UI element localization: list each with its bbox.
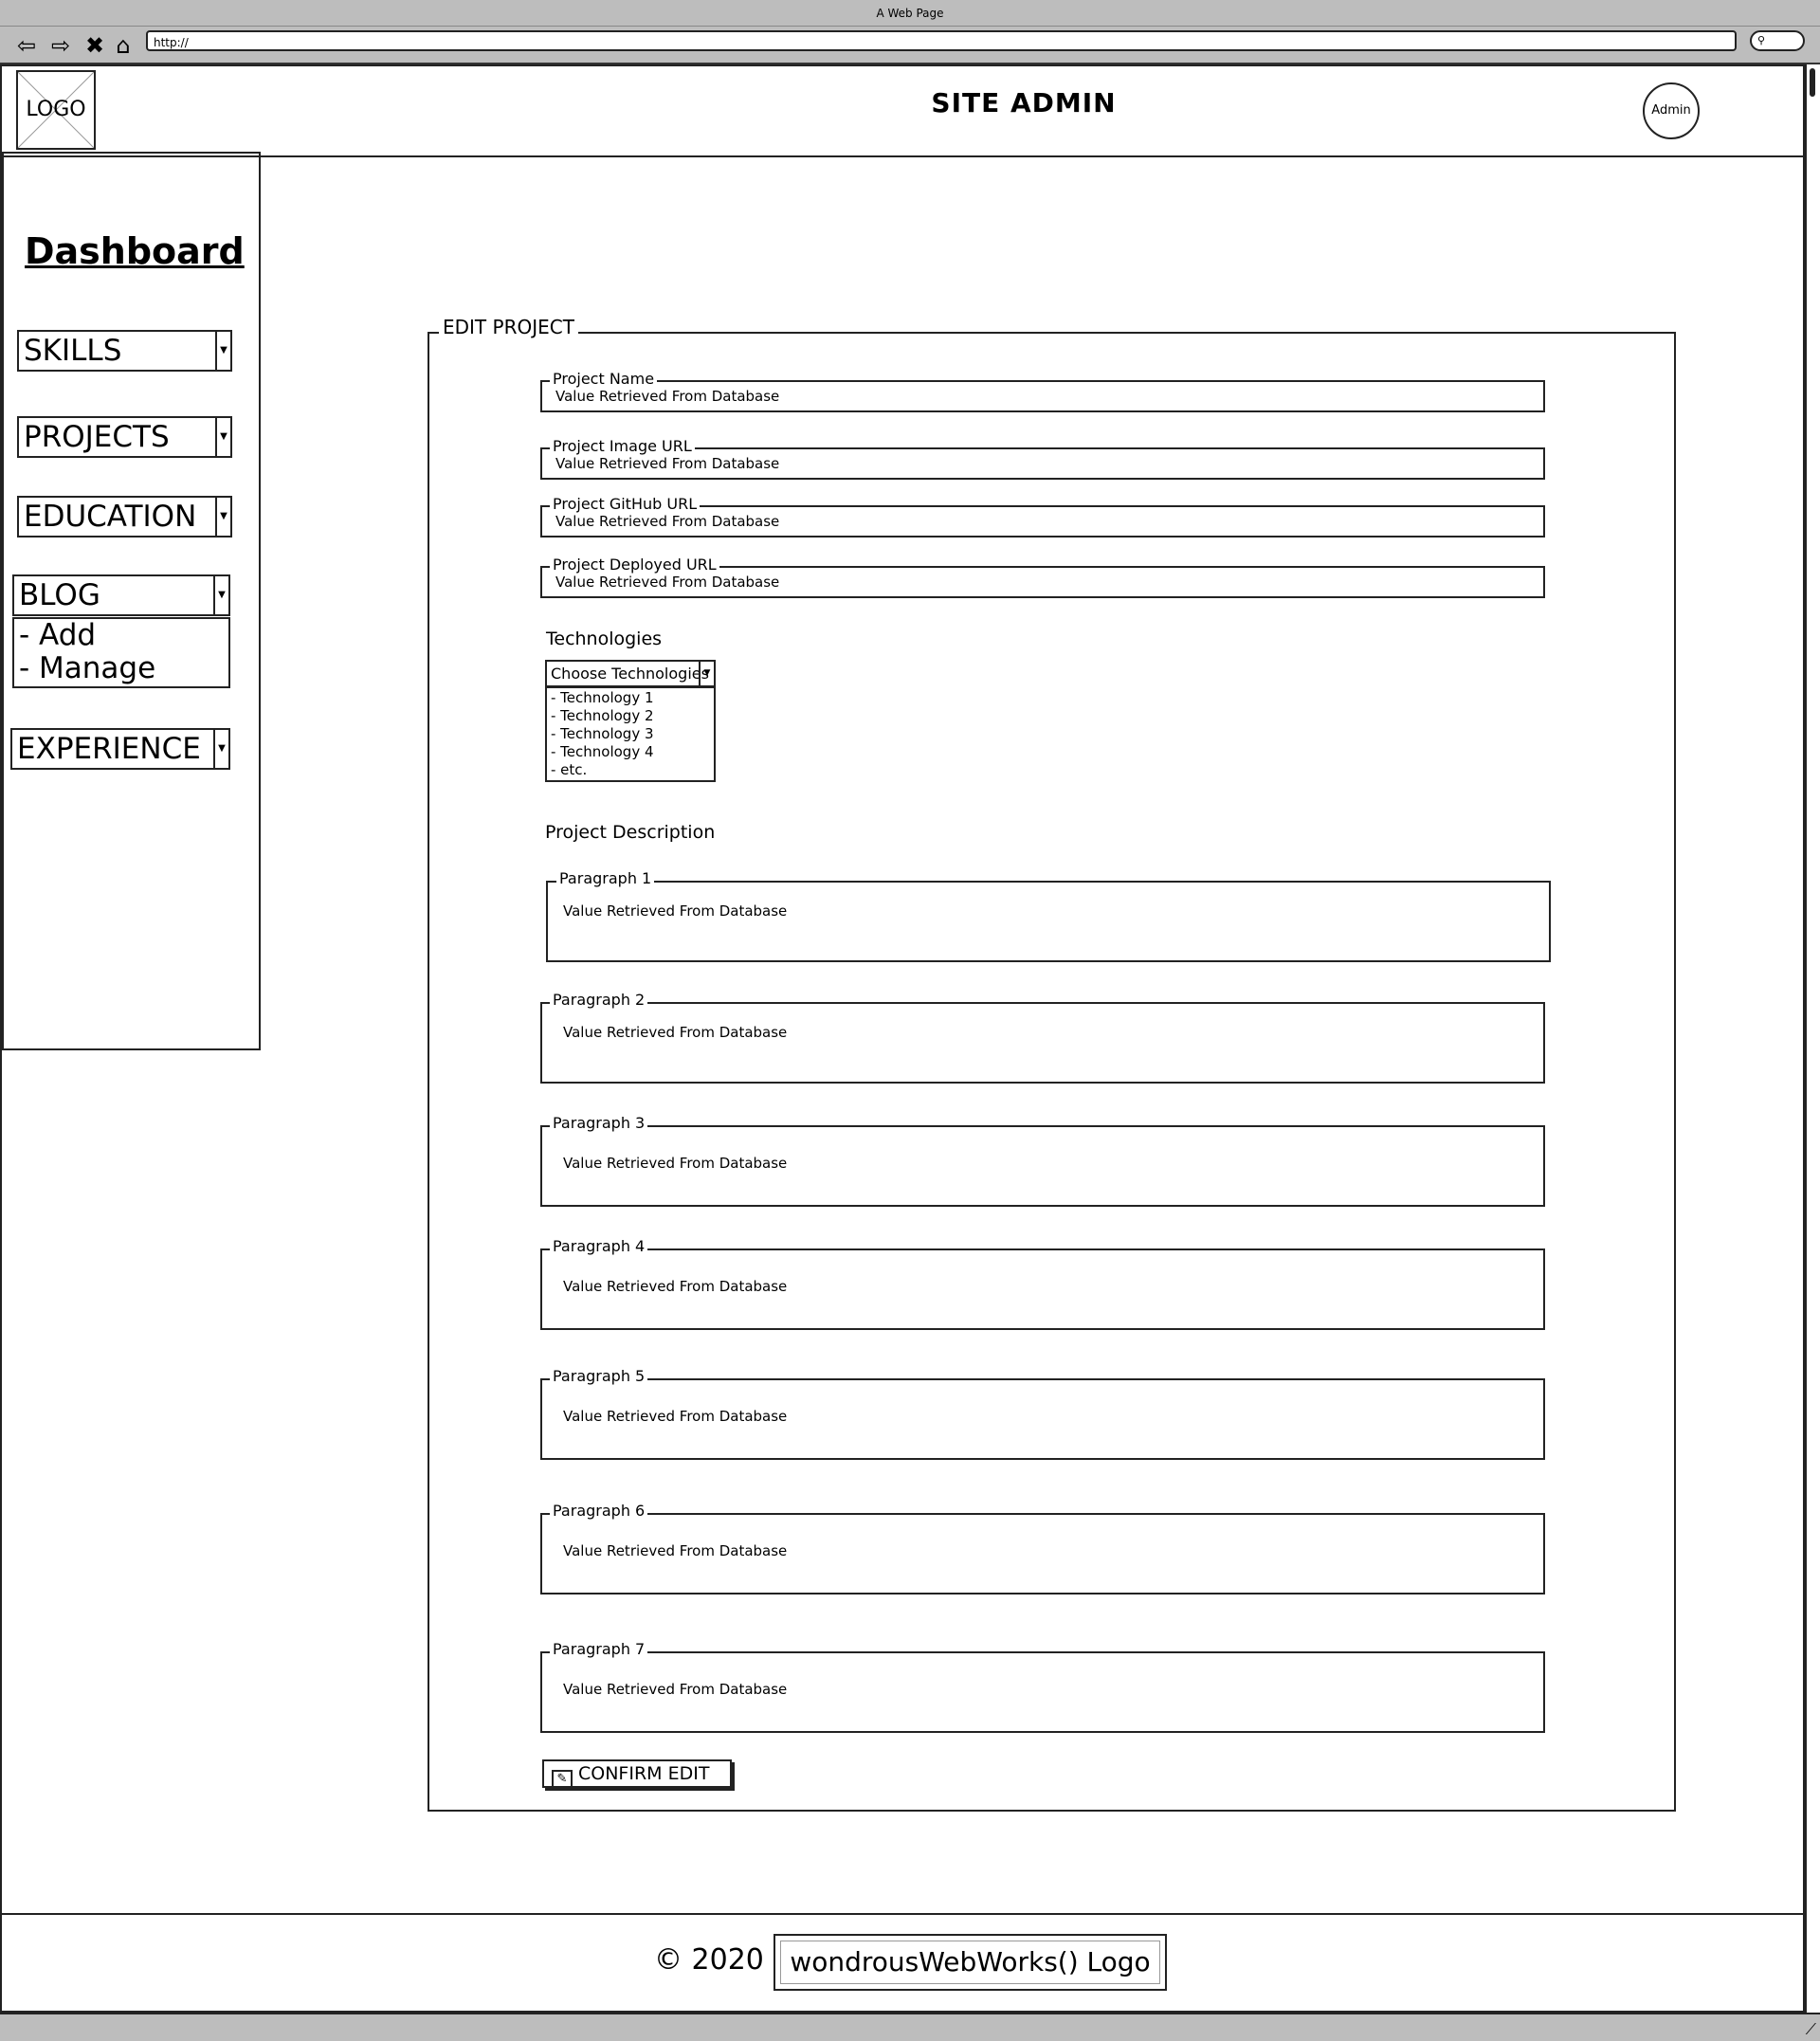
field-label: Project GitHub URL xyxy=(550,496,701,513)
paragraph-2-field[interactable]: Value Retrieved From Database xyxy=(540,1002,1545,1084)
submenu-item-manage[interactable]: - Manage xyxy=(19,652,228,685)
list-item[interactable]: - Technology 3 xyxy=(551,725,714,743)
field-value: Value Retrieved From Database xyxy=(563,1681,788,1698)
field-value: Value Retrieved From Database xyxy=(555,513,780,530)
url-bar[interactable]: http:// xyxy=(146,30,1737,51)
chevron-down-icon[interactable]: ▼ xyxy=(699,662,714,685)
field-value: Value Retrieved From Database xyxy=(563,1408,788,1425)
sidebar-item-label: BLOG xyxy=(19,578,100,612)
field-value: Value Retrieved From Database xyxy=(555,388,780,405)
confirm-edit-button[interactable]: ✎ CONFIRM EDIT xyxy=(542,1759,732,1789)
field-value: Value Retrieved From Database xyxy=(555,574,780,591)
logo-placeholder[interactable]: LOGO xyxy=(16,70,96,150)
fieldset-legend: EDIT PROJECT xyxy=(439,316,578,338)
field-label: Project Deployed URL xyxy=(550,556,719,574)
scrollbar-thumb[interactable] xyxy=(1810,68,1815,97)
vertical-scrollbar[interactable] xyxy=(1805,64,1820,2013)
dropdown-value: Choose Technologies xyxy=(551,665,709,683)
window-title: A Web Page xyxy=(876,7,944,20)
sidebar-item-experience[interactable]: EXPERIENCE ▼ xyxy=(10,728,230,770)
sidebar-item-label: SKILLS xyxy=(24,334,122,368)
sidebar-item-label: PROJECTS xyxy=(24,420,170,454)
search-icon: ⚲ xyxy=(1757,34,1766,46)
browser-toolbar: ⇦ ⇨ ✖ ⌂ http:// ⚲ xyxy=(0,27,1820,64)
submenu-item-add[interactable]: - Add xyxy=(19,619,228,652)
sidebar-item-blog[interactable]: BLOG ▼ xyxy=(12,574,230,616)
list-item[interactable]: - Technology 2 xyxy=(551,707,714,725)
field-label: Paragraph 4 xyxy=(550,1238,648,1255)
resize-grip-icon[interactable]: ⟋ xyxy=(1806,2022,1816,2037)
stop-icon[interactable]: ✖ xyxy=(82,32,108,59)
footer-logo-placeholder: wondrousWebWorks() Logo xyxy=(774,1934,1167,1991)
window-title-bar: A Web Page xyxy=(0,0,1820,27)
page-title: SITE ADMIN xyxy=(931,87,1117,118)
field-value: Value Retrieved From Database xyxy=(555,455,780,472)
technologies-list: - Technology 1 - Technology 2 - Technolo… xyxy=(545,686,716,782)
list-item[interactable]: - Technology 1 xyxy=(551,689,714,707)
sidebar-item-label: EDUCATION xyxy=(24,500,197,534)
chevron-down-icon[interactable]: ▼ xyxy=(213,730,228,768)
project-description-label: Project Description xyxy=(545,822,716,843)
logo-text: LOGO xyxy=(26,98,86,121)
button-label: CONFIRM EDIT xyxy=(578,1763,710,1784)
home-icon[interactable]: ⌂ xyxy=(110,32,136,59)
technologies-dropdown[interactable]: Choose Technologies ▼ xyxy=(545,660,716,687)
chevron-down-icon[interactable]: ▼ xyxy=(215,498,230,536)
field-label: Project Name xyxy=(550,371,658,388)
list-item[interactable]: - Technology 4 xyxy=(551,743,714,761)
sidebar-item-projects[interactable]: PROJECTS ▼ xyxy=(17,416,232,458)
sidebar-item-education[interactable]: EDUCATION ▼ xyxy=(17,496,232,538)
horizontal-scrollbar[interactable]: ⟋ xyxy=(0,2013,1820,2041)
paragraph-3-field[interactable]: Value Retrieved From Database xyxy=(540,1125,1545,1207)
chevron-down-icon[interactable]: ▼ xyxy=(213,576,228,614)
field-label: Paragraph 3 xyxy=(550,1115,648,1132)
sidebar-item-skills[interactable]: SKILLS ▼ xyxy=(17,330,232,372)
forward-arrow-icon[interactable]: ⇨ xyxy=(47,32,74,59)
paragraph-6-field[interactable]: Value Retrieved From Database xyxy=(540,1513,1545,1595)
paragraph-7-field[interactable]: Value Retrieved From Database xyxy=(540,1651,1545,1733)
chevron-down-icon[interactable]: ▼ xyxy=(215,418,230,456)
field-label: Paragraph 2 xyxy=(550,992,648,1009)
field-value: Value Retrieved From Database xyxy=(563,1278,788,1295)
field-value: Value Retrieved From Database xyxy=(563,1024,788,1041)
field-value: Value Retrieved From Database xyxy=(563,1155,788,1172)
field-value: Value Retrieved From Database xyxy=(563,1542,788,1559)
field-label: Paragraph 5 xyxy=(550,1368,648,1385)
field-value: Value Retrieved From Database xyxy=(563,902,788,920)
avatar[interactable]: Admin xyxy=(1643,82,1700,139)
field-label: Paragraph 6 xyxy=(550,1503,648,1520)
copyright-text: © 2020 xyxy=(654,1943,764,1977)
edit-pencil-icon: ✎ xyxy=(552,1770,573,1789)
chevron-down-icon[interactable]: ▼ xyxy=(215,332,230,370)
field-label: Paragraph 1 xyxy=(556,870,655,887)
project-name-field[interactable]: Value Retrieved From Database xyxy=(540,380,1545,412)
field-label: Project Image URL xyxy=(550,438,695,455)
back-arrow-icon[interactable]: ⇦ xyxy=(13,32,40,59)
footer-logo-text: wondrousWebWorks() Logo xyxy=(790,1946,1151,1977)
paragraph-5-field[interactable]: Value Retrieved From Database xyxy=(540,1378,1545,1460)
browser-search-box[interactable]: ⚲ xyxy=(1750,30,1805,51)
sidebar-item-label: EXPERIENCE xyxy=(17,732,201,766)
field-label: Paragraph 7 xyxy=(550,1641,648,1658)
sidebar-title[interactable]: Dashboard xyxy=(25,230,245,272)
list-item[interactable]: - etc. xyxy=(551,761,714,779)
paragraph-1-field[interactable]: Value Retrieved From Database xyxy=(546,881,1551,962)
technologies-label: Technologies xyxy=(546,629,663,649)
paragraph-4-field[interactable]: Value Retrieved From Database xyxy=(540,1248,1545,1330)
blog-submenu: - Add - Manage xyxy=(12,617,230,688)
